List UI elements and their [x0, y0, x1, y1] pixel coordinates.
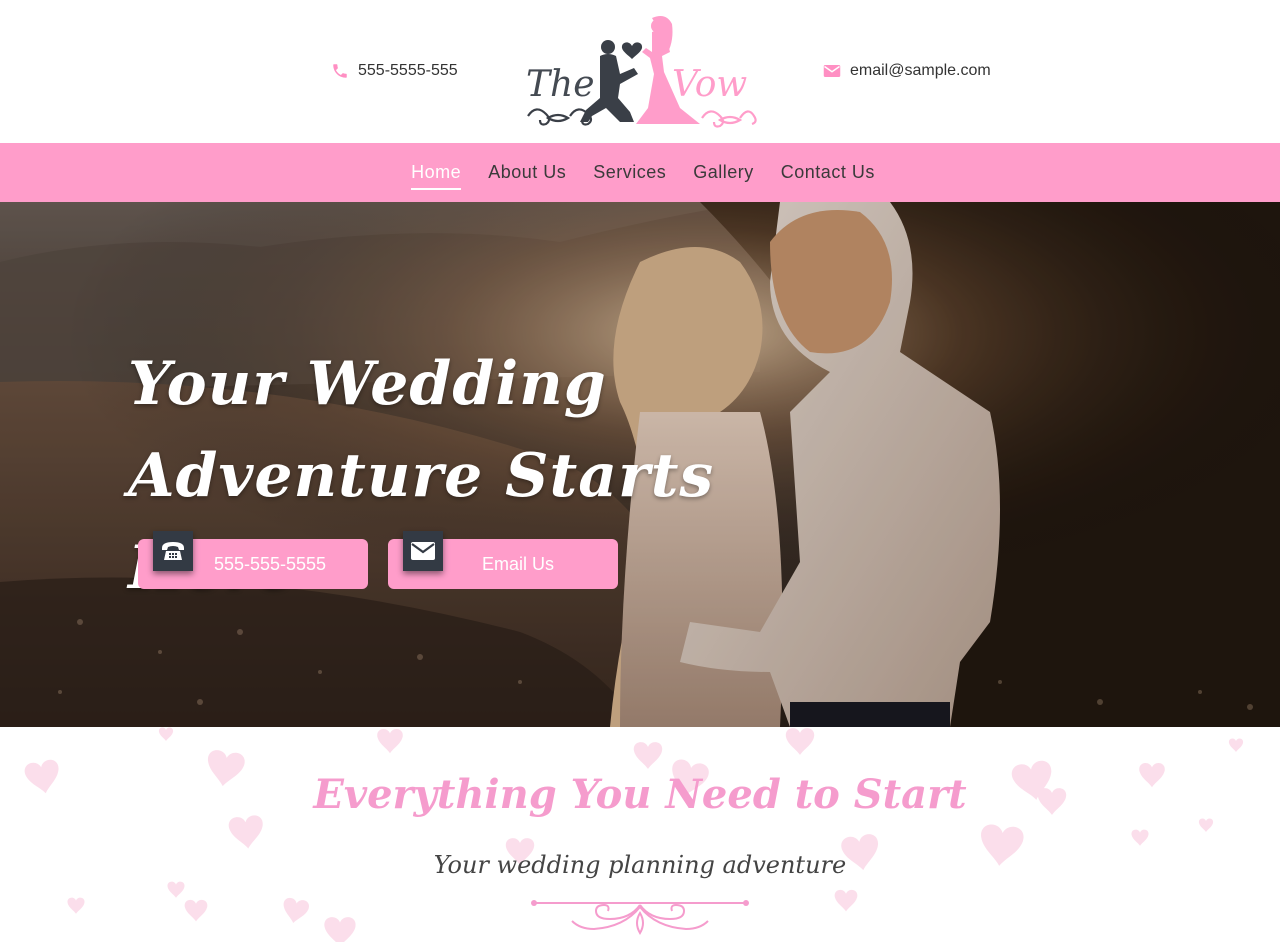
envelope-icon — [403, 531, 443, 571]
header-phone-text: 555-5555-555 — [358, 62, 458, 79]
couple-proposal-logo-icon: The Vow — [526, 16, 757, 128]
nav-list: Home About Us Services Gallery Contact U… — [411, 156, 875, 190]
top-header: 555-5555-555 The Vow email@sample.com — [0, 0, 1280, 143]
hero-section: Your Wedding Adventure Starts Here 555-5… — [0, 202, 1280, 727]
envelope-icon — [823, 65, 841, 77]
intro-section: Everything You Need to Start Your weddin… — [0, 727, 1280, 942]
phone-icon — [333, 64, 347, 78]
main-nav: Home About Us Services Gallery Contact U… — [0, 143, 1280, 202]
header-email-text: email@sample.com — [850, 62, 991, 79]
intro-title: Everything You Need to Start — [313, 771, 967, 818]
intro-subtitle: Your wedding planning adventure — [433, 851, 847, 879]
site-logo[interactable]: The Vow — [522, 12, 760, 132]
nav-item-contact-us[interactable]: Contact Us — [781, 156, 875, 189]
nav-item-about-us[interactable]: About Us — [488, 156, 566, 189]
header-phone-link[interactable]: 555-5555-555 — [331, 62, 458, 80]
telephone-icon — [153, 531, 193, 571]
svg-text:The: The — [526, 64, 595, 105]
hero-phone-label: 555-555-5555 — [213, 553, 327, 574]
hero-phone-button[interactable]: 555-555-5555 — [138, 531, 368, 589]
hero-email-label: Email Us — [481, 553, 554, 574]
hero-title-line1: Your Wedding — [128, 349, 607, 419]
flourish-divider-icon — [531, 900, 749, 935]
nav-item-services[interactable]: Services — [593, 156, 666, 189]
header-email-link[interactable]: email@sample.com — [823, 62, 991, 80]
svg-text:Vow: Vow — [672, 64, 747, 105]
nav-item-home[interactable]: Home — [411, 156, 462, 190]
hero-email-button[interactable]: Email Us — [388, 531, 618, 589]
nav-item-gallery[interactable]: Gallery — [693, 156, 754, 189]
